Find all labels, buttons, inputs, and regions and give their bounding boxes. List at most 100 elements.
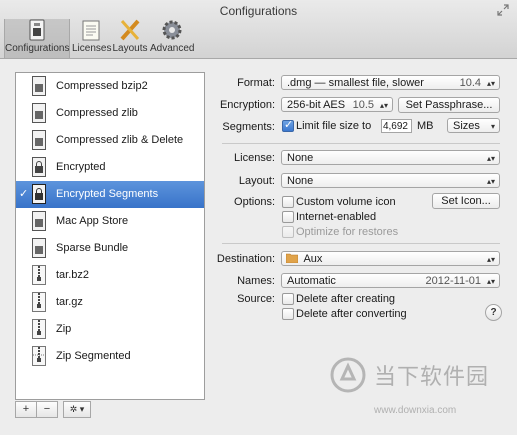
- optimize-restores-label: Optimize for restores: [296, 226, 399, 238]
- chevron-down-icon: ▾: [490, 122, 495, 131]
- disk-image-icon: [32, 211, 46, 231]
- remove-configuration-button[interactable]: −: [36, 401, 58, 418]
- help-button[interactable]: ?: [485, 304, 502, 321]
- toolbar-licenses[interactable]: Licenses: [72, 19, 112, 54]
- updown-arrows-icon: ▴▾: [486, 154, 495, 163]
- zip-archive-icon: [32, 319, 46, 339]
- names-popup[interactable]: Automatic 2012-11-01 ▴▾: [281, 273, 500, 288]
- list-item-encrypted[interactable]: Encrypted: [16, 154, 204, 181]
- configurations-icon: [25, 19, 49, 41]
- limit-file-size-label: Limit file size to: [296, 120, 372, 132]
- configuration-list[interactable]: Compressed bzip2 Compressed zlib Compres…: [15, 72, 205, 400]
- archive-icon: [32, 292, 46, 312]
- watermark-logo-icon: [330, 357, 366, 393]
- toolbar-advanced-label: Advanced: [150, 43, 195, 54]
- toolbar-advanced[interactable]: Advanced: [150, 19, 194, 54]
- list-item-label: Encrypted: [56, 161, 106, 173]
- license-popup[interactable]: None ▴▾: [281, 150, 500, 165]
- updown-arrows-icon: ▴▾: [486, 79, 495, 88]
- encryption-version: 10.5: [352, 99, 374, 111]
- toolbar-layouts[interactable]: Layouts: [112, 19, 148, 54]
- disk-image-icon: [32, 238, 46, 258]
- sizes-popup[interactable]: Sizes ▾: [447, 118, 500, 133]
- zip-archive-icon: [32, 346, 46, 366]
- list-item-mac-app-store[interactable]: Mac App Store: [16, 208, 204, 235]
- destination-popup[interactable]: Aux ▴▾: [281, 251, 500, 266]
- updown-arrows-icon: ▴▾: [379, 101, 388, 110]
- list-item-label: Compressed zlib & Delete: [56, 134, 184, 146]
- set-icon-button[interactable]: Set Icon...: [432, 193, 500, 209]
- format-label: Format:: [237, 77, 275, 89]
- destination-label: Destination:: [216, 253, 275, 265]
- names-label: Names:: [237, 275, 275, 287]
- separator: [222, 243, 500, 244]
- file-size-unit: MB: [417, 120, 434, 132]
- list-item-encrypted-segments[interactable]: ✓ Encrypted Segments: [16, 181, 204, 208]
- license-label: License:: [234, 152, 275, 164]
- watermark-text: 当下软件园: [374, 364, 490, 389]
- delete-after-converting-checkbox[interactable]: [282, 308, 294, 320]
- list-item-label: Sparse Bundle: [56, 242, 129, 254]
- list-bottom-bar: + − ✲ ▾: [15, 401, 203, 418]
- optimize-restores-checkbox[interactable]: [282, 226, 294, 238]
- encryption-popup[interactable]: 256-bit AES 10.5 ▴▾: [281, 97, 393, 112]
- file-size-field[interactable]: 4,692: [381, 119, 412, 133]
- delete-after-converting-label: Delete after converting: [296, 308, 407, 320]
- disk-image-icon: [32, 76, 46, 96]
- source-label: Source:: [237, 293, 275, 305]
- checkmark-icon: ✓: [19, 188, 29, 200]
- list-item-tar-bz2[interactable]: tar.bz2: [16, 262, 204, 289]
- watermark: 当下软件园 www.downxia.com: [330, 357, 515, 427]
- list-item-label: Encrypted Segments: [56, 188, 159, 200]
- destination-value: Aux: [303, 253, 323, 265]
- list-item-compressed-zlib[interactable]: Compressed zlib: [16, 100, 204, 127]
- action-menu-button[interactable]: ✲ ▾: [63, 401, 91, 418]
- format-popup[interactable]: .dmg — smallest file, slower 10.4 ▴▾: [281, 75, 500, 90]
- license-value: None: [287, 152, 314, 164]
- list-item-label: Compressed bzip2: [56, 80, 148, 92]
- names-date: 2012-11-01: [425, 275, 481, 287]
- toolbar-layouts-label: Layouts: [112, 43, 148, 54]
- encryption-value: 256-bit AES: [287, 99, 346, 111]
- window-title: Configurations: [219, 4, 298, 18]
- fullscreen-icon[interactable]: [497, 4, 509, 16]
- delete-after-creating-label: Delete after creating: [296, 293, 396, 305]
- list-item-label: Compressed zlib: [56, 107, 138, 119]
- list-item-label: tar.gz: [56, 296, 83, 308]
- add-configuration-button[interactable]: +: [15, 401, 37, 418]
- segments-label: Segments:: [222, 121, 275, 133]
- folder-icon: [285, 253, 299, 264]
- toolbar-configurations[interactable]: Configurations: [4, 19, 70, 58]
- layout-popup[interactable]: None ▴▾: [281, 173, 500, 188]
- updown-arrows-icon: ▴▾: [486, 255, 495, 264]
- custom-volume-icon-label: Custom volume icon: [296, 196, 396, 208]
- format-value: .dmg — smallest file, slower: [287, 77, 424, 89]
- updown-arrows-icon: ▴▾: [486, 277, 495, 286]
- sizes-value: Sizes: [453, 120, 480, 132]
- list-item-zip[interactable]: Zip: [16, 316, 204, 343]
- list-item-zip-segmented[interactable]: Zip Segmented: [16, 343, 204, 370]
- set-passphrase-button[interactable]: Set Passphrase...: [398, 97, 500, 113]
- encryption-label: Encryption:: [219, 99, 275, 111]
- list-item-sparse-bundle[interactable]: Sparse Bundle: [16, 235, 204, 262]
- toolbar-licenses-label: Licenses: [72, 43, 112, 54]
- list-item-label: Zip: [56, 323, 72, 335]
- limit-file-size-checkbox[interactable]: [282, 118, 294, 132]
- updown-arrows-icon: ▴▾: [486, 177, 495, 186]
- disk-image-icon: [32, 130, 46, 150]
- layout-label: Layout:: [238, 175, 275, 187]
- title-bar: Configurations Configurations Licenses L…: [0, 0, 517, 59]
- list-item-compressed-bzip2[interactable]: Compressed bzip2: [16, 73, 204, 100]
- delete-after-creating-checkbox[interactable]: [282, 293, 294, 305]
- licenses-icon: [79, 19, 103, 41]
- names-value: Automatic: [287, 275, 336, 287]
- separator: [222, 143, 500, 144]
- custom-volume-icon-checkbox[interactable]: [282, 196, 294, 208]
- internet-enabled-checkbox[interactable]: [282, 211, 294, 223]
- archive-icon: [32, 265, 46, 285]
- list-item-tar-gz[interactable]: tar.gz: [16, 289, 204, 316]
- layouts-icon: [118, 19, 142, 41]
- list-item-compressed-zlib-delete[interactable]: Compressed zlib & Delete: [16, 127, 204, 154]
- options-label: Options:: [234, 196, 275, 208]
- list-item-label: Mac App Store: [56, 215, 129, 227]
